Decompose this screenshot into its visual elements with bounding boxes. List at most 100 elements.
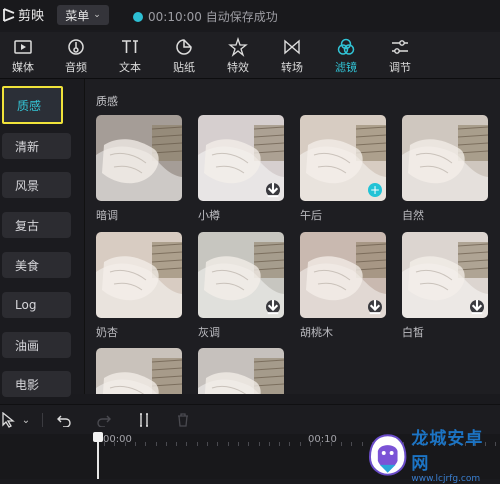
ruler-tick bbox=[104, 442, 105, 446]
filter-tile[interactable] bbox=[96, 232, 182, 318]
playhead-handle[interactable] bbox=[93, 432, 103, 442]
category-fresh[interactable]: 清新 bbox=[2, 133, 71, 159]
ruler-tick bbox=[207, 442, 208, 446]
select-tool-dropdown[interactable]: ⌄ bbox=[19, 411, 33, 429]
filter-thumbnail bbox=[198, 348, 284, 394]
ruler-tick bbox=[228, 442, 229, 446]
filter-tile[interactable] bbox=[198, 348, 284, 394]
tab-text[interactable]: 文本 bbox=[108, 34, 152, 76]
ruler-tick bbox=[248, 442, 249, 446]
filter-tile-label: 胡桃木 bbox=[300, 326, 333, 339]
download-icon[interactable] bbox=[368, 300, 382, 315]
add-icon[interactable]: + bbox=[368, 183, 382, 197]
trash-icon bbox=[178, 413, 188, 427]
filter-tile-label: 小樽 bbox=[198, 209, 220, 222]
download-icon[interactable] bbox=[470, 300, 484, 315]
ruler-tick bbox=[279, 442, 280, 446]
filter-tile-label: 奶杏 bbox=[96, 326, 118, 339]
ruler-tick bbox=[125, 442, 126, 446]
filter-tile[interactable] bbox=[402, 115, 488, 201]
tab-sticker-label: 贴纸 bbox=[173, 61, 195, 74]
filter-grid-panel: 质感 暗调 小樽 + 午后 自然 奶杏 灰调 胡桃木 白皙 bbox=[85, 79, 500, 394]
category-landscape[interactable]: 风景 bbox=[2, 172, 71, 198]
filter-tile[interactable]: + bbox=[300, 115, 386, 201]
ruler-tick bbox=[166, 442, 167, 446]
undo-button[interactable] bbox=[55, 411, 73, 429]
menu-button[interactable]: 菜单 ⌄ bbox=[57, 5, 109, 25]
category-food[interactable]: 美食 bbox=[2, 252, 71, 278]
category-retro[interactable]: 复古 bbox=[2, 212, 71, 238]
ruler-tick bbox=[186, 442, 187, 446]
undo-icon bbox=[57, 415, 71, 427]
filter-tile-label: 自然 bbox=[402, 209, 424, 222]
android-logo-icon bbox=[368, 433, 407, 476]
filter-thumbnail bbox=[96, 232, 182, 318]
adjust-icon bbox=[392, 40, 408, 54]
redo-button[interactable] bbox=[95, 411, 113, 429]
filter-tile-label: 灰调 bbox=[198, 326, 220, 339]
category-texture[interactable]: 质感 bbox=[2, 86, 63, 124]
sticker-icon bbox=[176, 39, 192, 55]
ruler-tick bbox=[197, 442, 198, 446]
delete-button[interactable] bbox=[174, 411, 192, 429]
tab-transition[interactable]: 转场 bbox=[270, 34, 314, 76]
filter-thumbnail bbox=[96, 115, 182, 201]
ruler-tick bbox=[114, 442, 115, 446]
ruler-tick bbox=[259, 442, 260, 446]
download-icon[interactable] bbox=[266, 183, 280, 198]
tab-transition-label: 转场 bbox=[281, 61, 303, 74]
tab-media[interactable]: 媒体 bbox=[1, 34, 45, 76]
main-toolbar: 媒体 音频 文本 贴纸 特效 转场 滤镜 调节 bbox=[0, 32, 500, 79]
menu-label: 菜单 bbox=[65, 8, 90, 23]
filter-tile[interactable] bbox=[300, 232, 386, 318]
tab-media-label: 媒体 bbox=[12, 61, 34, 74]
download-icon[interactable] bbox=[266, 300, 280, 315]
split-icon bbox=[140, 413, 148, 427]
ruler-tick bbox=[351, 442, 352, 446]
ruler-tick bbox=[320, 442, 321, 446]
title-bar: 剪映 菜单 ⌄ 00:10:00 自动保存成功 bbox=[0, 0, 500, 30]
capcut-logo-icon bbox=[3, 7, 15, 22]
ruler-tick bbox=[300, 442, 301, 446]
autosave-text: 00:10:00 自动保存成功 bbox=[148, 10, 278, 24]
filter-tile[interactable] bbox=[402, 232, 488, 318]
filter-tile[interactable] bbox=[198, 115, 284, 201]
ruler-tick bbox=[269, 442, 270, 446]
tab-adjust[interactable]: 调节 bbox=[378, 34, 422, 76]
category-log[interactable]: Log bbox=[2, 292, 71, 318]
ruler-tick bbox=[362, 442, 363, 446]
filter-tile-label: 午后 bbox=[300, 209, 322, 222]
filter-tile-label: 暗调 bbox=[96, 209, 118, 222]
tab-effects[interactable]: 特效 bbox=[216, 34, 260, 76]
ruler-tick bbox=[289, 442, 290, 446]
chevron-down-icon: ⌄ bbox=[93, 10, 101, 20]
ruler-tick bbox=[176, 442, 177, 446]
tab-audio[interactable]: 音频 bbox=[54, 34, 98, 76]
select-tool-button[interactable] bbox=[0, 411, 18, 429]
category-movie[interactable]: 电影 bbox=[2, 371, 71, 397]
ruler-tick bbox=[238, 442, 239, 446]
time-label-start: 00:00 bbox=[103, 434, 132, 445]
autosave-status: 00:10:00 自动保存成功 bbox=[133, 8, 278, 25]
category-oil-painting[interactable]: 油画 bbox=[2, 332, 71, 358]
watermark-title: 龙城安卓网 bbox=[411, 428, 484, 474]
transition-icon bbox=[284, 39, 300, 55]
filter-tile[interactable] bbox=[198, 232, 284, 318]
filter-tile[interactable] bbox=[96, 115, 182, 201]
ruler-tick bbox=[310, 442, 311, 446]
tab-filter[interactable]: 滤镜 bbox=[324, 34, 368, 76]
filter-tile[interactable] bbox=[96, 348, 182, 394]
tab-sticker[interactable]: 贴纸 bbox=[162, 34, 206, 76]
tab-adjust-label: 调节 bbox=[389, 61, 411, 74]
filter-tile-label: 白皙 bbox=[402, 326, 424, 339]
split-button[interactable] bbox=[135, 411, 153, 429]
ruler-tick bbox=[331, 442, 332, 446]
divider bbox=[42, 413, 43, 427]
time-label-mark: 00:10 bbox=[308, 434, 337, 445]
effects-icon bbox=[228, 37, 248, 57]
ruler-tick bbox=[145, 442, 146, 446]
watermark: 龙城安卓网 www.lcjrfg.com bbox=[368, 428, 500, 484]
tab-filter-label: 滤镜 bbox=[335, 61, 357, 74]
app-logo: 剪映 bbox=[2, 5, 44, 24]
app-name: 剪映 bbox=[18, 9, 45, 24]
